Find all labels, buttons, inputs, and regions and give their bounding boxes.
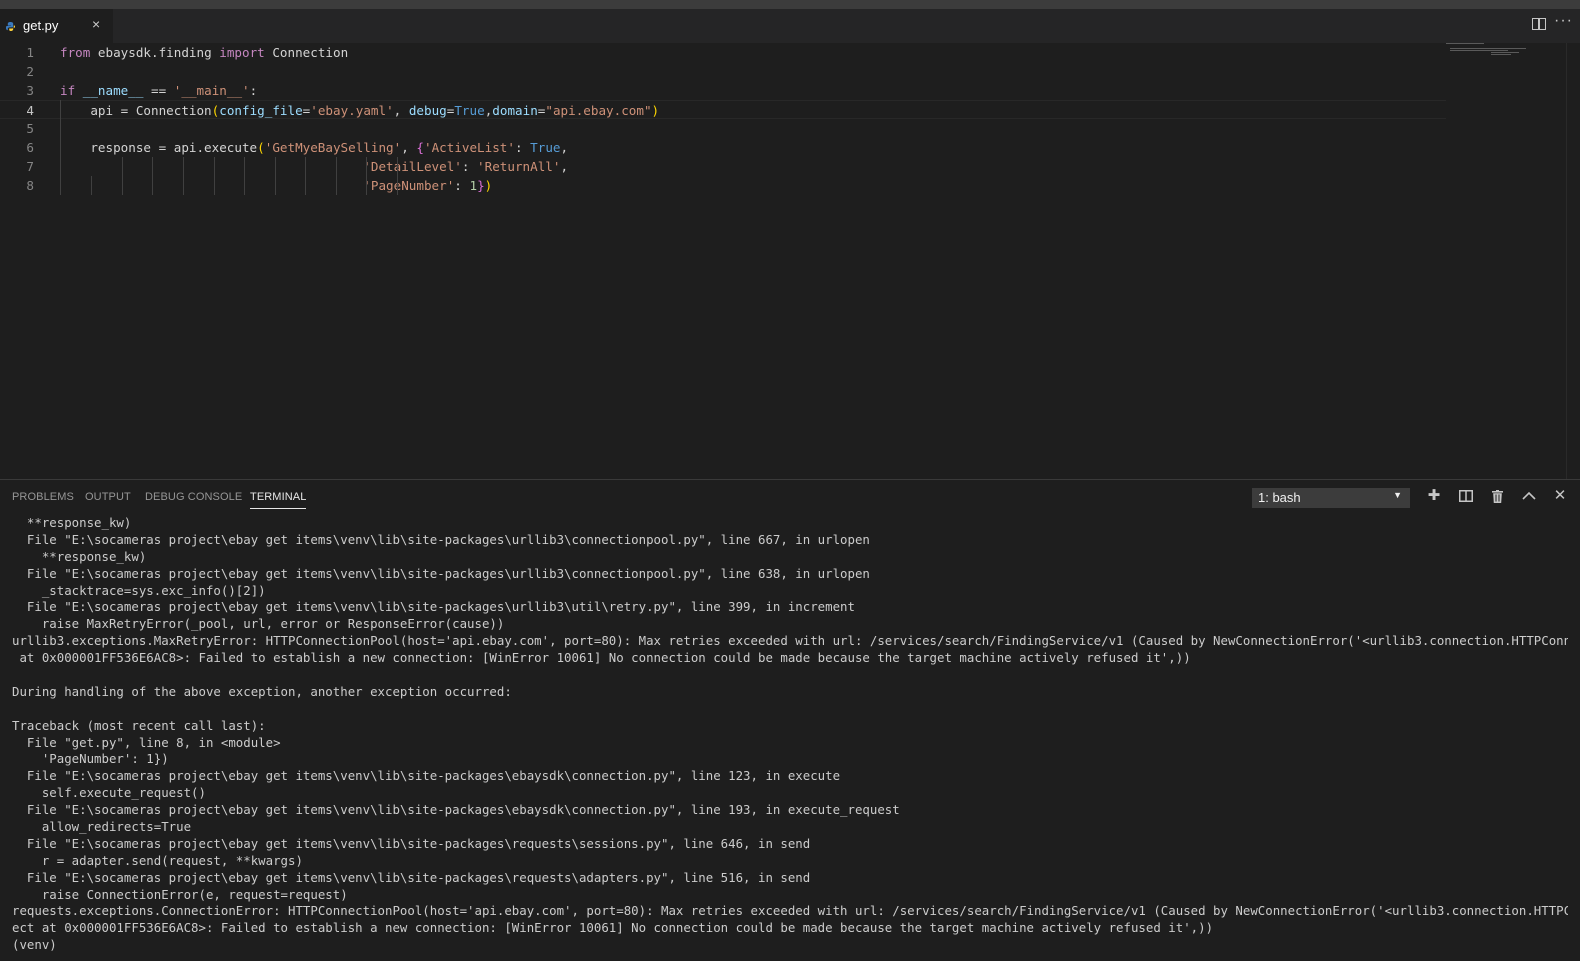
- title-bar: [0, 0, 1580, 9]
- terminal-select-value: 1: bash: [1258, 490, 1301, 505]
- tab-problems[interactable]: PROBLEMS: [12, 491, 74, 503]
- split-editor-icon[interactable]: [1532, 18, 1546, 30]
- terminal-line: (venv): [12, 937, 57, 953]
- terminal-line: _stacktrace=sys.exc_info()[2]): [12, 582, 266, 598]
- code-line: 5: [0, 119, 1460, 138]
- indent-guide: [305, 157, 306, 195]
- code-text: from ebaysdk.finding import Connection: [60, 45, 349, 60]
- indent-guide: [122, 157, 123, 195]
- new-terminal-icon[interactable]: ✚: [1425, 486, 1443, 506]
- indent-guide: [275, 157, 276, 195]
- tab-label: get.py: [23, 18, 59, 33]
- indent-guide: [336, 157, 337, 195]
- indent-guide: [244, 157, 245, 195]
- indent-guide: [366, 157, 367, 195]
- indent-guide: [397, 157, 398, 195]
- indent-guide: [91, 176, 92, 195]
- split-terminal-icon[interactable]: [1457, 486, 1475, 506]
- terminal-output[interactable]: **response_kw) File "E:\socameras projec…: [12, 515, 1568, 961]
- terminal-line: self.execute_request(): [12, 785, 206, 801]
- terminal-line: File "E:\socameras project\ebay get item…: [12, 531, 870, 547]
- close-panel-icon[interactable]: ✕: [1551, 486, 1569, 506]
- chevron-down-icon: ▼: [1393, 490, 1402, 500]
- bottom-panel: PROBLEMS OUTPUT DEBUG CONSOLE TERMINAL 1…: [0, 479, 1580, 961]
- terminal-line: raise ConnectionError(e, request=request…: [12, 886, 348, 902]
- code-text: 'PageNumber': 1}): [363, 178, 493, 193]
- terminal-line: File "E:\socameras project\ebay get item…: [12, 768, 841, 784]
- current-code-line: 4 api = Connection(config_file='ebay.yam…: [0, 100, 1446, 119]
- code-line: 8 'PageNumber': 1}): [0, 176, 1460, 195]
- terminal-line: Traceback (most recent call last):: [12, 717, 266, 733]
- terminal-line: urllib3.exceptions.MaxRetryError: HTTPCo…: [12, 633, 1568, 649]
- terminal-line: raise MaxRetryError(_pool, url, error or…: [12, 616, 505, 632]
- terminal-line: at 0x000001FF536E6AC8>: Failed to establ…: [12, 650, 1191, 666]
- terminal-line: During handling of the above exception, …: [12, 683, 512, 699]
- terminal-line: File "get.py", line 8, in <module>: [12, 734, 281, 750]
- terminal-line: File "E:\socameras project\ebay get item…: [12, 802, 900, 818]
- terminal-line: File "E:\socameras project\ebay get item…: [12, 565, 870, 581]
- tab-debug-console[interactable]: DEBUG CONSOLE: [145, 491, 242, 503]
- minimap[interactable]: [1446, 43, 1536, 63]
- terminal-line: requests.exceptions.ConnectionError: HTT…: [12, 903, 1568, 919]
- line-number: 5: [26, 121, 34, 136]
- code-line: 2: [0, 62, 1460, 81]
- line-number: 7: [26, 159, 34, 174]
- line-number: 1: [26, 45, 34, 60]
- terminal-line: allow_redirects=True: [12, 819, 192, 835]
- close-icon[interactable]: ×: [92, 16, 100, 32]
- editor-tab-bar: get.py × ···: [0, 9, 1580, 43]
- terminal-select[interactable]: 1: bash ▼: [1252, 488, 1410, 508]
- code-editor[interactable]: 1 from ebaysdk.finding import Connection…: [0, 43, 1580, 479]
- line-number: 2: [26, 64, 34, 79]
- tab-terminal[interactable]: TERMINAL: [250, 491, 307, 509]
- indent-guide: [214, 157, 215, 195]
- line-number: 8: [26, 178, 34, 193]
- code-text: 'DetailLevel': 'ReturnAll',: [363, 159, 569, 174]
- terminal-line: r = adapter.send(request, **kwargs): [12, 852, 303, 868]
- terminal-line: **response_kw): [12, 548, 147, 564]
- code-text: api = Connection(config_file='ebay.yaml'…: [60, 103, 660, 118]
- tab-output[interactable]: OUTPUT: [85, 491, 131, 503]
- line-number: 4: [26, 103, 34, 118]
- code-line: 7 'DetailLevel': 'ReturnAll',: [0, 157, 1460, 176]
- indent-guide: [152, 157, 153, 195]
- editor-scrollbar[interactable]: [1566, 43, 1580, 479]
- terminal-line: ect at 0x000001FF536E6AC8>: Failed to es…: [12, 920, 1214, 936]
- indent-guide: [60, 100, 61, 195]
- code-text: if __name__ == '__main__':: [60, 83, 258, 98]
- indent-guide: [183, 157, 184, 195]
- more-actions-icon[interactable]: ···: [1554, 12, 1573, 30]
- tab-get-py[interactable]: get.py ×: [0, 9, 113, 43]
- python-file-icon: [6, 22, 15, 31]
- trash-icon[interactable]: [1488, 486, 1506, 506]
- line-number: 6: [26, 140, 34, 155]
- terminal-line: File "E:\socameras project\ebay get item…: [12, 599, 855, 615]
- code-line: 3 if __name__ == '__main__':: [0, 81, 1460, 100]
- code-line: 1 from ebaysdk.finding import Connection: [0, 43, 1460, 62]
- terminal-line: **response_kw): [12, 515, 132, 530]
- terminal-line: File "E:\socameras project\ebay get item…: [12, 835, 811, 851]
- code-line: 6 response = api.execute('GetMyeBaySelli…: [0, 138, 1460, 157]
- code-text: response = api.execute('GetMyeBaySelling…: [60, 140, 569, 155]
- maximize-panel-icon[interactable]: [1520, 486, 1538, 506]
- line-number: 3: [26, 83, 34, 98]
- terminal-line: File "E:\socameras project\ebay get item…: [12, 869, 811, 885]
- terminal-line: 'PageNumber': 1}): [12, 751, 169, 767]
